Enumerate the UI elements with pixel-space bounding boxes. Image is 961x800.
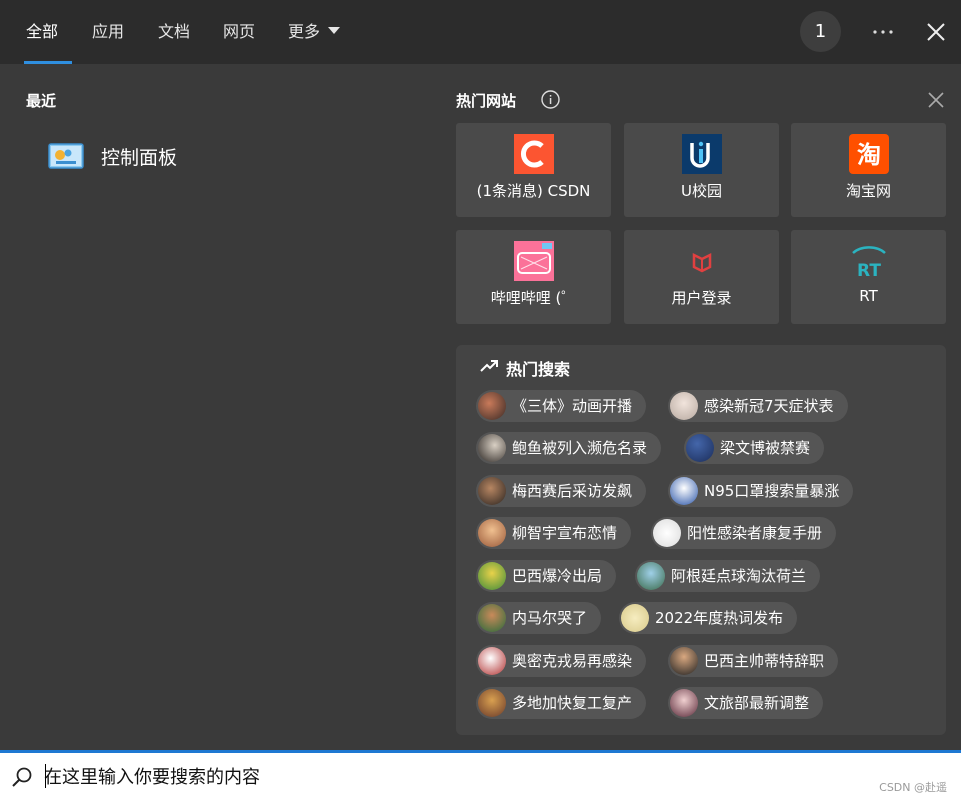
close-icon[interactable] bbox=[920, 16, 952, 48]
text-cursor bbox=[45, 764, 46, 788]
hot-search-label: N95口罩搜索量暴涨 bbox=[704, 482, 840, 500]
info-icon[interactable] bbox=[540, 89, 561, 110]
site-tile-label: (1条消息) CSDN bbox=[476, 182, 591, 200]
hot-search-chip[interactable]: 感染新冠7天症状表 bbox=[668, 390, 848, 422]
thumbnail-image bbox=[478, 392, 506, 420]
thumbnail-image bbox=[478, 562, 506, 590]
hot-sites-heading: 热门网站 bbox=[456, 92, 517, 110]
hot-search-chip[interactable]: 梁文博被禁赛 bbox=[684, 432, 825, 464]
thumbnail-image bbox=[670, 477, 698, 505]
search-input[interactable] bbox=[44, 759, 864, 795]
thumbnail-image bbox=[670, 392, 698, 420]
hot-search-label: 感染新冠7天症状表 bbox=[704, 397, 834, 415]
watermark: CSDN @赴遥 bbox=[879, 781, 947, 794]
hot-search-chip[interactable]: 梅西赛后采访发飙 bbox=[476, 475, 647, 507]
thumbnail-image bbox=[621, 604, 649, 632]
taobao-icon: 淘 bbox=[849, 134, 889, 174]
hot-search-label: 鲍鱼被列入濒危名录 bbox=[512, 439, 648, 457]
bilibili-icon bbox=[514, 241, 554, 281]
hot-search-label: 巴西爆冷出局 bbox=[512, 567, 603, 585]
hot-search-chip[interactable]: 内马尔哭了 bbox=[476, 602, 602, 634]
site-tile-label: 哔哩哔哩 (゜ bbox=[490, 289, 577, 307]
site-tile-label: 用户登录 bbox=[671, 289, 732, 307]
hot-search-label: 《三体》动画开播 bbox=[512, 397, 633, 415]
hot-search-chip[interactable]: N95口罩搜索量暴涨 bbox=[668, 475, 854, 507]
recent-item-control-panel[interactable]: 控制面板 bbox=[46, 137, 426, 175]
hot-search-chip[interactable]: 2022年度热词发布 bbox=[619, 602, 798, 634]
tab-documents[interactable]: 文档 bbox=[144, 0, 204, 64]
hot-search-label: 文旅部最新调整 bbox=[704, 694, 810, 712]
login-icon bbox=[692, 252, 712, 273]
hot-search-chip[interactable]: 文旅部最新调整 bbox=[668, 687, 824, 719]
recent-heading: 最近 bbox=[26, 92, 57, 110]
tab-more-label: 更多 bbox=[288, 22, 321, 41]
hot-search-label: 多地加快复工复产 bbox=[512, 694, 633, 712]
ellipsis-icon[interactable] bbox=[866, 18, 900, 46]
search-bar: CSDN @赴遥 bbox=[0, 750, 961, 800]
csdn-icon bbox=[514, 134, 554, 174]
site-tile-csdn[interactable]: (1条消息) CSDN bbox=[456, 123, 611, 217]
thumbnail-image bbox=[478, 647, 506, 675]
hot-search-label: 阳性感染者康复手册 bbox=[687, 524, 823, 542]
thumbnail-image bbox=[478, 689, 506, 717]
hot-search-chip[interactable]: 《三体》动画开播 bbox=[476, 390, 647, 422]
hot-search-chip[interactable]: 鲍鱼被列入濒危名录 bbox=[476, 432, 662, 464]
hot-search-label: 巴西主帅蒂特辞职 bbox=[704, 652, 825, 670]
svg-text:淘: 淘 bbox=[857, 141, 881, 169]
tab-apps[interactable]: 应用 bbox=[78, 0, 138, 64]
thumbnail-image bbox=[653, 519, 681, 547]
tab-all[interactable]: 全部 bbox=[12, 0, 73, 64]
hot-search-heading: 热门搜索 bbox=[506, 360, 571, 379]
trending-icon bbox=[480, 360, 498, 372]
points-badge[interactable]: 1 bbox=[800, 11, 841, 52]
thumbnail-image bbox=[670, 689, 698, 717]
site-tile-rt[interactable]: RT RT bbox=[791, 230, 946, 324]
hot-search-chip[interactable]: 巴西爆冷出局 bbox=[476, 560, 617, 592]
site-tile-label: 淘宝网 bbox=[845, 182, 891, 200]
hot-search-label: 奥密克戎易再感染 bbox=[512, 652, 633, 670]
thumbnail-image bbox=[670, 647, 698, 675]
site-tile-taobao[interactable]: 淘 淘宝网 bbox=[791, 123, 946, 217]
hot-search-chip[interactable]: 阿根廷点球淘汰荷兰 bbox=[635, 560, 821, 592]
site-tile-label: U校园 bbox=[681, 182, 722, 200]
thumbnail-image bbox=[478, 477, 506, 505]
thumbnail-image bbox=[478, 519, 506, 547]
hot-search-label: 内马尔哭了 bbox=[512, 609, 588, 627]
hot-search-label: 阿根廷点球淘汰荷兰 bbox=[671, 567, 807, 585]
tab-web[interactable]: 网页 bbox=[209, 0, 269, 64]
chevron-down-icon bbox=[328, 27, 341, 34]
recent-item-label: 控制面板 bbox=[101, 147, 178, 169]
hot-search-chip[interactable]: 巴西主帅蒂特辞职 bbox=[668, 645, 839, 677]
svg-text:RT: RT bbox=[857, 261, 881, 281]
hot-search-label: 2022年度热词发布 bbox=[655, 609, 784, 627]
top-tab-bar: 全部 应用 文档 网页 更多 1 bbox=[0, 0, 961, 64]
close-icon[interactable] bbox=[925, 89, 947, 111]
tab-more[interactable]: 更多 bbox=[274, 0, 354, 64]
thumbnail-image bbox=[478, 434, 506, 462]
u-campus-icon bbox=[682, 134, 722, 174]
hot-search-label: 梁文博被禁赛 bbox=[720, 439, 811, 457]
thumbnail-image bbox=[637, 562, 665, 590]
hot-search-chip[interactable]: 多地加快复工复产 bbox=[476, 687, 647, 719]
site-tile-login[interactable]: 用户登录 bbox=[624, 230, 779, 324]
site-tile-u-campus[interactable]: U校园 bbox=[624, 123, 779, 217]
site-tile-label: RT bbox=[859, 287, 878, 305]
thumbnail-image bbox=[478, 604, 506, 632]
hot-search-label: 梅西赛后采访发飙 bbox=[512, 482, 633, 500]
hot-search-chip[interactable]: 奥密克戎易再感染 bbox=[476, 645, 647, 677]
search-icon bbox=[12, 767, 32, 787]
control-panel-icon bbox=[48, 143, 84, 169]
thumbnail-image bbox=[686, 434, 714, 462]
site-tile-bilibili[interactable]: 哔哩哔哩 (゜ bbox=[456, 230, 611, 324]
rt-icon: RT bbox=[852, 246, 886, 281]
hot-search-chip[interactable]: 阳性感染者康复手册 bbox=[651, 517, 837, 549]
hot-search-chip[interactable]: 柳智宇宣布恋情 bbox=[476, 517, 632, 549]
hot-search-label: 柳智宇宣布恋情 bbox=[512, 524, 618, 542]
